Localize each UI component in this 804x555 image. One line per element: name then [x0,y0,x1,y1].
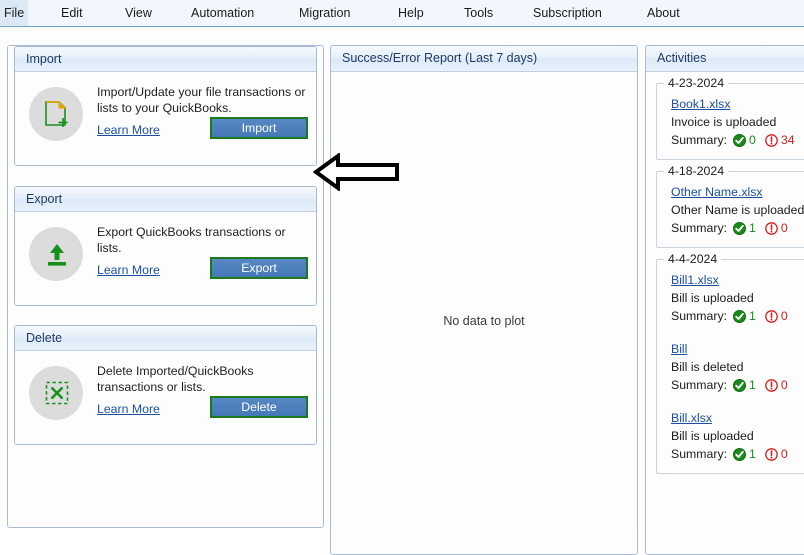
activities-panel: Activities 4-23-2024 Book1.xlsx Invoice is… [645,45,804,555]
activity-entry: Bill Bill is deleted Summary: 1 0 [665,340,799,395]
activity-summary: Summary: 1 0 [671,378,799,392]
export-description: Export QuickBooks transactions or lists. [97,225,286,255]
activities-list[interactable]: 4-23-2024 Book1.xlsx Invoice is uploaded Su… [646,72,804,554]
activity-error-count: 0 [780,221,788,235]
activity-success-count: 1 [749,378,756,392]
activity-summary-label: Summary: [671,133,728,147]
export-learn-more-link[interactable]: Learn More [97,263,160,277]
success-check-icon [733,133,747,147]
activity-summary-label: Summary: [671,221,728,235]
activities-panel-title: Activities [646,46,804,72]
menu-item-edit[interactable]: Edit [57,0,87,26]
export-button[interactable]: Export [210,257,308,279]
activity-error-count: 0 [780,378,788,392]
import-button[interactable]: Import [210,117,308,139]
delete-grid-x-icon [45,381,69,405]
activity-description: Bill is deleted [671,360,744,374]
activity-summary-label: Summary: [671,309,728,323]
delete-button[interactable]: Delete [210,396,308,418]
delete-learn-more-link[interactable]: Learn More [97,402,160,416]
error-exclamation-icon [765,133,778,147]
activity-group-date: 4-18-2024 [664,164,729,178]
menu-item-view[interactable]: View [121,0,156,26]
activity-group-date: 4-23-2024 [664,76,729,90]
delete-card-title: Delete [15,326,316,351]
import-icon-circle [29,87,83,141]
export-card-title: Export [15,187,316,212]
error-exclamation-icon [765,447,778,461]
activity-description: Other Name is uploaded [671,203,804,217]
activity-description: Bill is uploaded [671,429,754,443]
activity-success-count: 1 [749,447,756,461]
menu-item-help[interactable]: Help [394,0,428,26]
activity-file-link[interactable]: Book1.xlsx [671,97,799,111]
activity-group: 4-23-2024 Book1.xlsx Invoice is uploaded Su… [656,76,804,160]
activity-group: 4-4-2024 Bill1.xlsx Bill is uploaded Summar… [656,252,804,474]
delete-icon-circle [29,366,83,420]
success-check-icon [733,221,747,235]
error-exclamation-icon [765,309,778,323]
activity-entry: Other Name.xlsx Other Name is uploaded Sum… [665,183,804,238]
activity-group-date: 4-4-2024 [664,252,722,266]
activity-summary: Summary: 0 34 [671,133,799,147]
activity-entry: Book1.xlsx Invoice is uploaded Summary: 0 34 [665,95,799,150]
activity-success-count: 1 [749,221,756,235]
activity-summary: Summary: 1 0 [671,447,799,461]
menu-item-subscription[interactable]: Subscription [529,0,606,26]
activity-entry: Bill.xlsx Bill is uploaded Summary: 1 0 [665,409,799,464]
menu-bar: File Edit View Automation Migration Help Tools… [0,0,804,27]
activity-description: Invoice is uploaded [671,115,777,129]
activity-description: Bill is uploaded [671,291,754,305]
delete-description: Delete Imported/QuickBooks transactions … [97,364,254,394]
activity-summary: Summary: 1 0 [671,221,799,235]
delete-card-body: Delete Imported/QuickBooks transactions … [15,351,316,444]
import-learn-more-link[interactable]: Learn More [97,123,160,137]
menu-item-tools[interactable]: Tools [460,0,497,26]
report-panel-title: Success/Error Report (Last 7 days) [331,46,637,72]
success-check-icon [733,378,747,392]
menu-item-about[interactable]: About [643,0,684,26]
activity-group: 4-18-2024 Other Name.xlsx Other Name is up… [656,164,804,248]
activity-file-link[interactable]: Bill1.xlsx [671,273,799,287]
activity-file-link[interactable]: Bill [671,342,799,356]
activity-entry: Bill1.xlsx Bill is uploaded Summary: 1 0 [665,271,799,326]
import-card-title: Import [15,47,316,72]
import-description: Import/Update your file transactions or … [97,85,306,115]
activity-error-count: 34 [780,133,795,147]
error-exclamation-icon [765,378,778,392]
activity-error-count: 0 [780,309,788,323]
activity-summary: Summary: 1 0 [671,309,799,323]
menu-item-file[interactable]: File [0,0,29,26]
success-error-report-panel: Success/Error Report (Last 7 days) No da… [330,45,638,555]
activity-success-count: 0 [749,133,756,147]
activity-file-link[interactable]: Other Name.xlsx [671,185,799,199]
upload-arrow-icon [48,244,66,266]
document-plus-icon [45,101,68,127]
menu-item-automation[interactable]: Automation [187,0,258,26]
actions-column: Import Import/Update your file transactio… [7,45,324,528]
import-card-body: Import/Update your file transactions or … [15,72,316,165]
work-area: Import Import/Update your file transactio… [0,27,804,555]
export-card: Export Export QuickBooks transactions or … [14,186,317,306]
activity-success-count: 1 [749,309,756,323]
export-icon-circle [29,227,83,281]
success-check-icon [733,309,747,323]
activity-summary-label: Summary: [671,447,728,461]
actions-column-body: Import Import/Update your file transactio… [8,46,323,527]
activity-error-count: 0 [780,447,788,461]
activity-file-link[interactable]: Bill.xlsx [671,411,799,425]
error-exclamation-icon [765,221,778,235]
activity-summary-label: Summary: [671,378,728,392]
menu-item-migration[interactable]: Migration [295,0,354,26]
import-card: Import Import/Update your file transactio… [14,46,317,166]
success-check-icon [733,447,747,461]
report-plot-area: No data to plot [331,72,637,554]
export-card-body: Export QuickBooks transactions or lists.… [15,212,316,305]
delete-card: Delete Delete Imported/QuickBooks transac… [14,325,317,445]
report-empty-message: No data to plot [443,314,525,328]
